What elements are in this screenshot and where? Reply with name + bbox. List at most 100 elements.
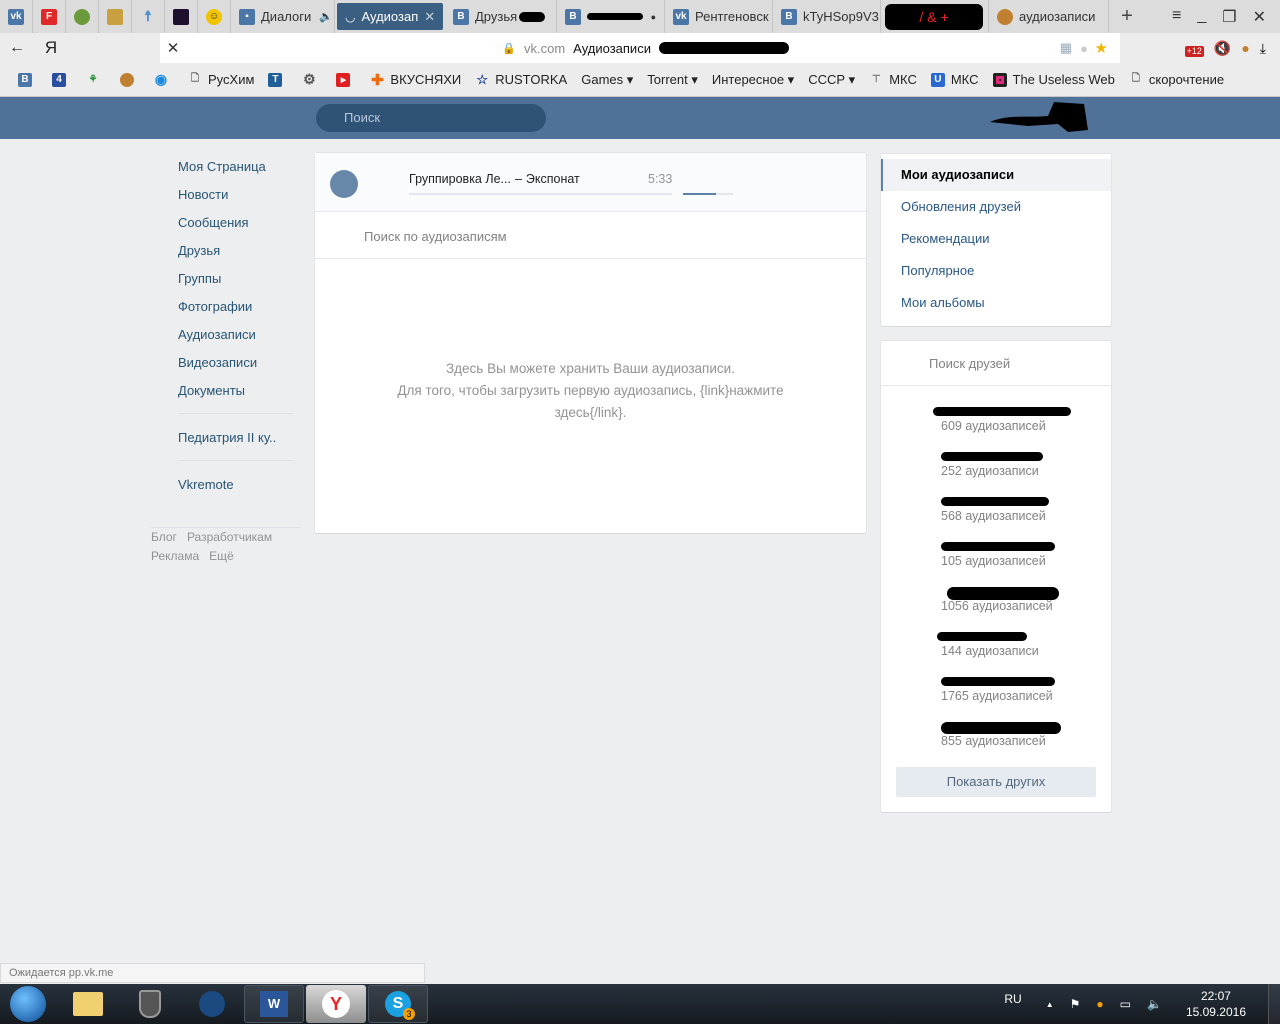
tab-pinned-runner[interactable]: ☨ — [132, 0, 165, 33]
vk-search-input[interactable]: Поиск — [316, 104, 546, 132]
mute-icon[interactable]: 🔇 — [1214, 40, 1231, 57]
audio-playing-icon[interactable]: 🔈 — [319, 10, 333, 23]
download-icon[interactable]: ⤓ — [1260, 40, 1266, 57]
back-button[interactable]: ← — [0, 39, 34, 57]
yandex-logo[interactable]: Я — [34, 38, 68, 58]
track-progress-slider[interactable] — [409, 193, 672, 195]
bookmark-folder-ussr[interactable]: СССР ▾ — [808, 72, 855, 88]
bookmark-folder-interesting[interactable]: Интересное ▾ — [712, 72, 794, 88]
lightbulb-icon[interactable]: ● — [1080, 41, 1088, 56]
tab-xray[interactable]: vk Рентгеновск — [665, 0, 773, 33]
bookmark-ruschem[interactable]: 🗋 РусХим — [188, 72, 254, 87]
tab-dialogs[interactable]: ▪ Диалоги 🔈 — [231, 0, 335, 33]
bookmark-folder-torrent[interactable]: Torrent ▾ — [647, 72, 698, 88]
muffin-extension-icon[interactable]: ● — [1241, 40, 1249, 57]
tab-redacted-2[interactable]: / & + — [881, 0, 989, 33]
volume-slider[interactable] — [683, 193, 733, 195]
footer-more[interactable]: Ещё — [209, 549, 234, 563]
bookmark-molecule[interactable]: ⚘ — [86, 73, 106, 87]
menu-friends-updates[interactable]: Обновления друзей — [881, 191, 1111, 223]
bookmark-muffin[interactable] — [120, 72, 140, 87]
taskbar-explorer[interactable] — [58, 985, 118, 1023]
nav-my-page[interactable]: Моя Страница — [178, 152, 298, 180]
show-more-friends-button[interactable]: Показать других — [896, 767, 1096, 797]
menu-my-audio[interactable]: Мои аудиозаписи — [881, 159, 1111, 191]
bookmark-circle[interactable]: ◉ — [154, 71, 174, 87]
nav-messages[interactable]: Сообщения — [178, 208, 298, 236]
nav-groups[interactable]: Группы — [178, 264, 298, 292]
tab-pinned-flipboard[interactable]: F — [33, 0, 66, 33]
minimize-icon[interactable]: _ — [1197, 7, 1206, 27]
taskbar-steam[interactable] — [182, 985, 242, 1023]
downloads-badge[interactable]: +12 — [1184, 46, 1204, 57]
taskbar-word[interactable]: W — [244, 985, 304, 1023]
taskbar-world-of-tanks[interactable] — [120, 985, 180, 1023]
track-artist[interactable]: Группировка Ле... — [409, 172, 511, 186]
bookmark-youtube[interactable]: ▶ — [336, 72, 356, 87]
bookmark-star-icon[interactable]: ★ — [1095, 39, 1108, 57]
nav-group-pediatrics[interactable]: Педиатрия II ку.. — [178, 423, 298, 451]
clock[interactable]: 22:07 15.09.2016 — [1186, 988, 1246, 1020]
notification-tray-icon[interactable]: ● — [1096, 997, 1103, 1011]
start-button[interactable] — [10, 986, 46, 1022]
menu-icon[interactable]: ≡ — [1172, 7, 1181, 27]
tab-ktyhsop[interactable]: B kTyHSop9V3 — [773, 0, 881, 33]
tab-friends[interactable]: B Друзья — [445, 0, 557, 33]
bookmark-vkusnyahi[interactable]: ✚ ВКУСНЯХИ — [370, 72, 461, 89]
play-button[interactable] — [330, 170, 358, 198]
friend-item[interactable]: 105 аудиозаписей — [881, 536, 1111, 581]
tab-pinned-vk[interactable]: vk — [0, 0, 33, 33]
bookmark-gear[interactable]: ⚙ — [302, 71, 322, 87]
friend-item[interactable]: 1765 аудиозаписей — [881, 671, 1111, 716]
friend-item[interactable]: 568 аудиозаписей — [881, 491, 1111, 536]
action-center-flag-icon[interactable]: ⚑ — [1070, 997, 1081, 1011]
nav-friends[interactable]: Друзья — [178, 236, 298, 264]
show-desktop-button[interactable] — [1268, 984, 1280, 1024]
vk-extension-icon[interactable]: ▦ — [1060, 40, 1072, 56]
nav-news[interactable]: Новости — [178, 180, 298, 208]
network-icon[interactable]: ▭ — [1120, 997, 1131, 1011]
show-hidden-icons[interactable]: ▲ — [1046, 1000, 1054, 1009]
new-tab-button[interactable]: + — [1109, 5, 1145, 28]
stop-loading-button[interactable]: ✕ — [160, 39, 186, 57]
taskbar-skype[interactable]: S 3 — [368, 985, 428, 1023]
url-field[interactable]: ✕ 🔒 vk.com Аудиозаписи ▦ ● ★ — [160, 33, 1120, 63]
tab-pinned-site[interactable] — [165, 0, 198, 33]
tab-pinned-emblem[interactable] — [66, 0, 99, 33]
nav-videos[interactable]: Видеозаписи — [178, 348, 298, 376]
language-indicator[interactable]: RU — [1004, 992, 1021, 1006]
tab-pinned-emblem-2[interactable] — [99, 0, 132, 33]
restore-icon[interactable]: ❐ — [1222, 7, 1236, 27]
menu-popular[interactable]: Популярное — [881, 255, 1111, 287]
bookmark-useless-web[interactable]: The Useless Web — [992, 72, 1115, 87]
bookmark-t[interactable]: T — [268, 72, 288, 87]
nav-app-vkremote[interactable]: Vkremote — [178, 470, 298, 498]
user-menu-redacted[interactable] — [988, 100, 1092, 134]
tab-pinned-smiley[interactable]: ☺ — [198, 0, 231, 33]
friend-item[interactable]: 609 аудиозаписей — [881, 401, 1111, 446]
footer-developers[interactable]: Разработчикам — [187, 530, 272, 544]
nav-documents[interactable]: Документы — [178, 376, 298, 404]
nav-photos[interactable]: Фотографии — [178, 292, 298, 320]
nav-audio[interactable]: Аудиозаписи — [178, 320, 298, 348]
bookmark-vk[interactable]: B — [18, 72, 38, 87]
bookmark-speedreading[interactable]: 🗋 скорочтение — [1129, 72, 1224, 87]
close-tab-icon[interactable]: ✕ — [424, 9, 435, 25]
bookmark-four[interactable]: 4 — [52, 72, 72, 87]
tab-redacted[interactable]: B ● — [557, 0, 665, 33]
friend-item[interactable]: 144 аудиозаписи — [881, 626, 1111, 671]
tab-audio-muffin[interactable]: аудиозаписи — [989, 0, 1109, 33]
friend-item[interactable]: 252 аудиозаписи — [881, 446, 1111, 491]
bookmark-mks-1[interactable]: ⊤ МКС — [869, 72, 917, 87]
bookmark-folder-games[interactable]: Games ▾ — [581, 72, 633, 88]
audio-search-input[interactable]: Поиск по аудиозаписям — [315, 212, 866, 259]
bookmark-mks-2[interactable]: U МКС — [930, 72, 979, 87]
friend-item[interactable]: 1056 аудиозаписей — [881, 581, 1111, 626]
friends-search-input[interactable]: Поиск друзей — [881, 341, 1111, 386]
close-window-icon[interactable]: ✕ — [1253, 7, 1266, 27]
tab-audio-active[interactable]: ◡ Аудиозап ✕ — [337, 3, 443, 30]
bookmark-rustorka[interactable]: ☆ RUSTORKA — [475, 72, 567, 88]
taskbar-yandex-browser[interactable]: Y — [306, 985, 366, 1023]
footer-ads[interactable]: Реклама — [151, 549, 199, 563]
menu-my-albums[interactable]: Мои альбомы — [881, 287, 1111, 319]
